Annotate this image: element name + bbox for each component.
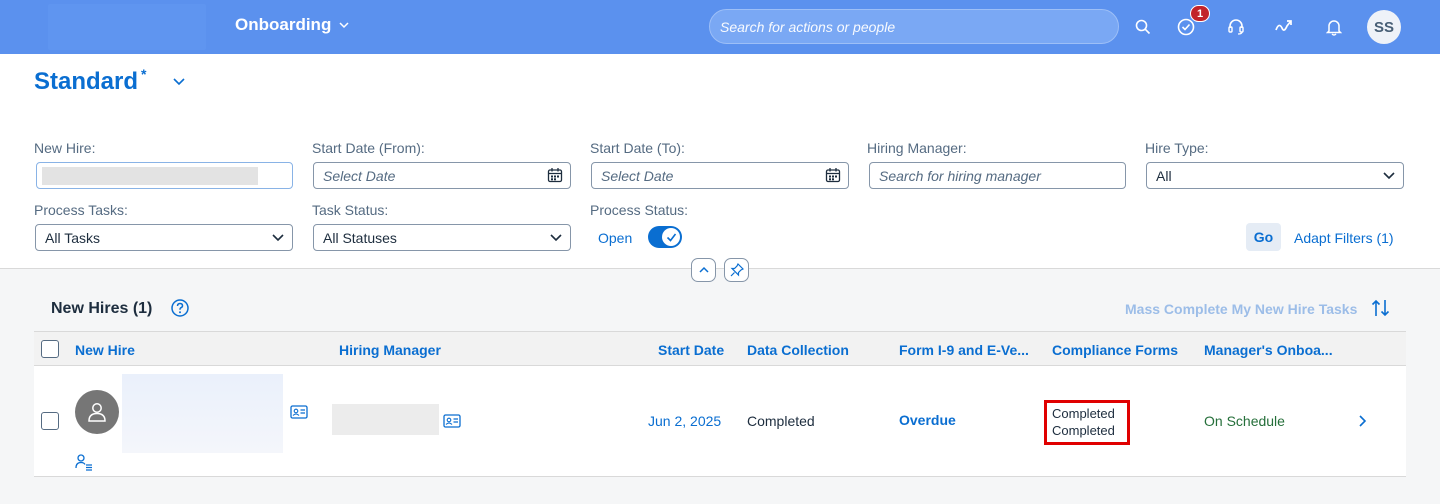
joule-assistant-icon[interactable]: [1272, 15, 1296, 39]
search-field[interactable]: Search for actions or people: [709, 9, 1119, 44]
new-hire-label: New Hire:: [34, 140, 96, 156]
app-title-menu[interactable]: Onboarding: [235, 15, 349, 35]
search-icon[interactable]: [1131, 15, 1155, 39]
variant-title[interactable]: Standard *: [34, 66, 147, 96]
pin-icon: [730, 263, 744, 277]
contact-card-icon[interactable]: [443, 414, 461, 428]
start-date-to-placeholder: Select Date: [601, 168, 674, 184]
new-hire-input[interactable]: [36, 162, 293, 189]
data-collection-cell: Completed: [747, 413, 815, 429]
company-logo[interactable]: [48, 4, 206, 50]
managers-onboarding-cell: On Schedule: [1204, 413, 1285, 429]
task-status-value: All Statuses: [323, 230, 397, 246]
hire-type-select[interactable]: All: [1146, 162, 1404, 189]
hire-type-label: Hire Type:: [1145, 140, 1209, 156]
chevron-down-icon: [550, 234, 562, 242]
new-hire-value-redacted: [42, 167, 258, 185]
table-title: New Hires (1): [51, 300, 153, 317]
select-all-checkbox[interactable]: [41, 340, 59, 358]
hiring-manager-placeholder: Search for hiring manager: [879, 168, 1041, 184]
compliance-forms-cell: Completed Completed: [1044, 400, 1130, 445]
process-tasks-label: Process Tasks:: [34, 202, 128, 218]
row-checkbox[interactable]: [41, 412, 59, 430]
person-avatar: [75, 390, 119, 434]
checkmark-icon: [666, 233, 676, 242]
user-avatar[interactable]: SS: [1367, 10, 1401, 44]
chevron-down-icon: [1383, 172, 1395, 180]
table-row[interactable]: Jun 2, 2025 Completed Overdue Completed …: [34, 366, 1406, 477]
new-hires-table: New Hires (1) Mass Complete My New Hire …: [34, 290, 1406, 477]
table-header-row: New Hire Hiring Manager Start Date Data …: [34, 331, 1406, 366]
table-toolbar: New Hires (1) Mass Complete My New Hire …: [34, 290, 1406, 331]
hiring-manager-label: Hiring Manager:: [867, 140, 967, 156]
form-i9-status-link[interactable]: Overdue: [899, 412, 956, 428]
column-new-hire[interactable]: New Hire: [75, 342, 135, 358]
calendar-icon[interactable]: [825, 167, 841, 183]
start-date-cell: Jun 2, 2025: [648, 413, 722, 429]
column-form-i9[interactable]: Form I-9 and E-Ve...: [899, 342, 1029, 358]
process-tasks-value: All Tasks: [45, 230, 100, 246]
mass-complete-button[interactable]: Mass Complete My New Hire Tasks: [1125, 301, 1357, 317]
calendar-icon[interactable]: [547, 167, 563, 183]
person-icon: [88, 403, 106, 422]
column-managers-onboarding[interactable]: Manager's Onboa...: [1204, 342, 1333, 358]
task-status-label: Task Status:: [312, 202, 389, 218]
help-icon[interactable]: [170, 298, 190, 318]
start-date-to-input[interactable]: Select Date: [591, 162, 849, 189]
start-date-from-label: Start Date (From):: [312, 140, 425, 156]
hiring-manager-name-redacted[interactable]: [332, 404, 439, 435]
start-date-from-placeholder: Select Date: [323, 168, 396, 184]
adapt-filters-button[interactable]: Adapt Filters (1): [1294, 230, 1394, 246]
app-title: Onboarding: [235, 15, 332, 34]
process-tasks-select[interactable]: All Tasks: [35, 224, 293, 251]
process-status-switch[interactable]: [648, 226, 682, 248]
shell-bar: Onboarding Search for actions or people …: [0, 0, 1440, 54]
start-date-from-input[interactable]: Select Date: [313, 162, 571, 189]
chevron-up-icon: [698, 266, 709, 273]
filter-header: Standard * New Hire: Start Date (From): …: [0, 54, 1440, 282]
column-hiring-manager[interactable]: Hiring Manager: [339, 342, 441, 358]
sort-icon[interactable]: [1370, 298, 1392, 318]
process-status-label: Process Status:: [590, 202, 689, 218]
employee-list-icon[interactable]: [75, 453, 93, 471]
go-button[interactable]: Go: [1246, 223, 1281, 251]
column-data-collection[interactable]: Data Collection: [747, 342, 849, 358]
compliance-forms-status-2: Completed: [1052, 423, 1115, 438]
pin-header-button[interactable]: [724, 258, 749, 282]
hire-type-value: All: [1156, 168, 1172, 184]
search-placeholder: Search for actions or people: [720, 19, 896, 35]
new-hire-name-redacted[interactable]: [122, 374, 283, 453]
notification-count-badge: 1: [1190, 5, 1210, 22]
column-start-date[interactable]: Start Date: [658, 342, 724, 358]
task-status-select[interactable]: All Statuses: [313, 224, 571, 251]
switch-knob: [662, 228, 680, 246]
collapse-header-button[interactable]: [691, 258, 716, 282]
hiring-manager-input[interactable]: Search for hiring manager: [869, 162, 1126, 189]
bell-icon[interactable]: [1322, 15, 1346, 39]
column-compliance-forms[interactable]: Compliance Forms: [1052, 342, 1178, 358]
variant-modified-marker: *: [141, 66, 147, 82]
chevron-right-icon[interactable]: [1357, 414, 1369, 428]
start-date-to-label: Start Date (To):: [590, 140, 685, 156]
chevron-down-icon: [339, 22, 349, 29]
contact-card-icon[interactable]: [290, 405, 308, 419]
process-status-switch-text: Open: [598, 230, 633, 246]
chevron-down-icon[interactable]: [172, 74, 186, 88]
variant-name: Standard: [34, 68, 139, 95]
compliance-forms-status-1: Completed: [1052, 406, 1115, 421]
chevron-down-icon: [272, 234, 284, 242]
headset-icon[interactable]: [1224, 15, 1248, 39]
